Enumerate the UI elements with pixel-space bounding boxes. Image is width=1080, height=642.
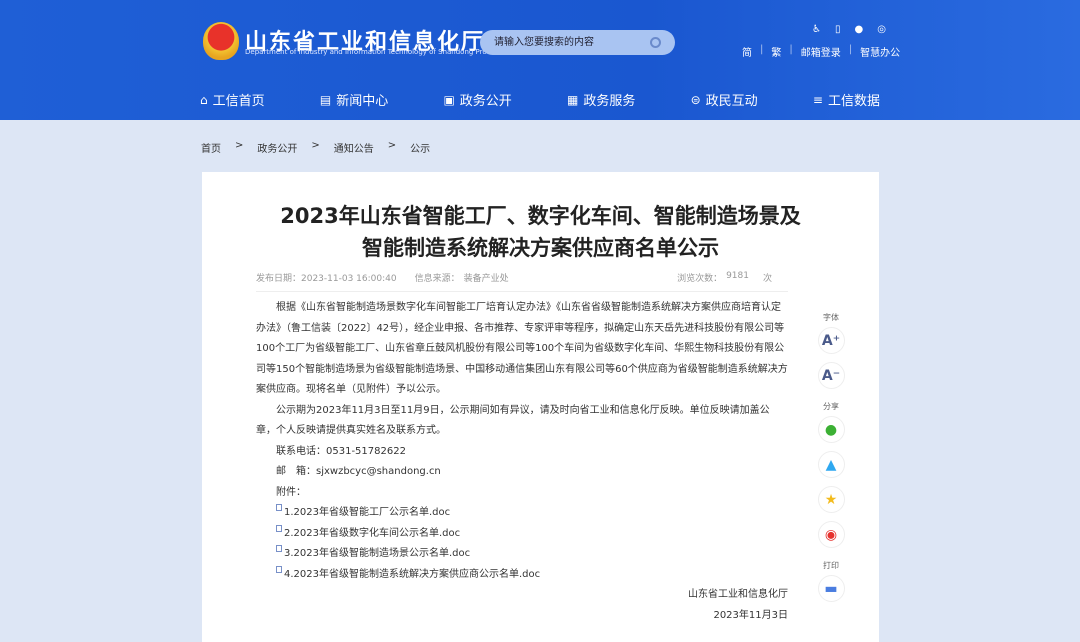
attachment-link[interactable]: 3.2023年省级智能制造场景公示名单.doc [256,544,788,565]
article-meta: 发布日期：2023-11-03 16:00:40 信息来源： 装备产业处 浏览次… [256,271,776,284]
divider: | [760,44,764,55]
nav-label: 政务服务 [583,94,636,109]
divider [256,291,788,292]
nav-interaction[interactable]: ⊜ 政民互动 [690,90,758,110]
national-emblem-logo [203,22,239,60]
breadcrumb: 首页 > 政务公开 > 通知公告 > 公示 [201,140,430,155]
weibo-icon[interactable]: ◎ [877,24,886,35]
share-label: 分享 [823,402,839,411]
breadcrumb-home[interactable]: 首页 [201,140,221,155]
print-button[interactable]: ▬ [817,575,845,602]
doc-icon [276,545,282,552]
article-body: 根据《山东省智能制造场景数字化车间智能工厂培育认定办法》《山东省省级智能制造系统… [256,298,788,626]
source-label: 信息来源： [414,274,460,284]
font-size-label: 字体 [823,313,839,322]
wechat-icon[interactable]: ● [854,24,863,35]
font-increase-button[interactable]: A⁺ [817,327,845,354]
nav-label: 政务公开 [459,94,512,109]
printer-icon: ▬ [824,580,838,597]
breadcrumb-sep: > [235,140,244,151]
wechat-icon: ● [824,421,838,438]
paragraph: 根据《山东省智能制造场景数字化车间智能工厂培育认定办法》《山东省省级智能制造系统… [256,302,788,395]
nav-news[interactable]: ▤ 新闻中心 [319,90,389,110]
divider: | [789,44,793,55]
title-line: 智能制造系统解决方案供应商名单公示 [362,236,719,260]
mobile-icon[interactable]: ▯ [835,24,841,35]
service-icon: ▦ [567,92,579,107]
doc-icon [276,524,282,532]
simplified-link[interactable]: 简 [742,44,752,59]
breadcrumb-sep: > [311,140,320,151]
share-qzone-button[interactable]: ★ [817,486,845,513]
weibo-icon: ◉ [824,526,838,543]
mail-login-link[interactable]: 邮箱登录 [801,44,841,59]
breadcrumb-notices[interactable]: 通知公告 [334,140,374,155]
breadcrumb-gov-affairs[interactable]: 政务公开 [257,140,297,155]
attachment-link[interactable]: 1.2023年省级智能工厂公示名单.doc [256,503,788,524]
share-qq-button[interactable]: ▲ [817,451,845,478]
print-label: 打印 [823,561,839,570]
side-toolbar: 字体 A⁺ A⁻ 分享 ● ▲ ★ ◉ 打印 ▬ [816,312,846,606]
search-box [480,30,675,55]
qzone-star-icon: ★ [824,491,838,508]
main-nav: ⌂ 工信首页 ▤ 新闻中心 ▣ 政务公开 ▦ 政务服务 ⊜ 政民互动 ≡ 工信数据 [200,90,880,110]
font-decrease-button[interactable]: A⁻ [817,362,845,389]
views-unit: 次 [762,274,772,284]
title-line: 2023年山东省智能工厂、数字化车间、智能制造场景及 [280,204,801,228]
chat-icon: ⊜ [690,92,701,107]
divider: | [848,44,853,55]
contact-phone: 联系电话：0531-51782622 [276,445,406,457]
attachment-name[interactable]: 4.2023年省级智能制造系统解决方案供应商公示名单.doc [284,565,540,586]
smart-office-link[interactable]: 智慧办公 [860,44,900,59]
breadcrumb-current: 公示 [410,144,431,155]
attachment-link[interactable]: 2.2023年省级数字化车间公示名单.doc [256,524,788,545]
publish-date: 发布日期：2023-11-03 16:00:40 [256,274,397,284]
nav-gov-service[interactable]: ▦ 政务服务 [567,90,636,110]
attachment-name[interactable]: 2.2023年省级数字化车间公示名单.doc [284,524,460,545]
accessibility-icon[interactable]: ♿ [812,24,821,35]
nav-label: 新闻中心 [336,94,389,109]
nav-home[interactable]: ⌂ 工信首页 [200,90,265,110]
views-label: 浏览次数： [677,274,723,284]
article-title: 2023年山东省智能工厂、数字化车间、智能制造场景及 智能制造系统解决方案供应商… [202,200,879,264]
share-wechat-button[interactable]: ● [817,416,845,443]
database-icon: ≡ [812,92,823,107]
signer: 山东省工业和信息化厅 [688,589,788,600]
accessibility-icons: ♿ ▯ ● ◎ [812,24,886,35]
attachment-name[interactable]: 3.2023年省级智能制造场景公示名单.doc [284,544,470,565]
site-subtitle: Department of Industry and Information T… [245,48,506,56]
views-count: 9181 [726,271,749,281]
nav-label: 政民互动 [705,94,758,109]
attachments-label: 附件： [276,486,306,498]
attachment-name[interactable]: 1.2023年省级智能工厂公示名单.doc [284,503,450,524]
paragraph: 公示期为2023年11月3日至11月9日，公示期间如有异议，请及时向省工业和信息… [256,404,770,437]
breadcrumb-sep: > [387,140,397,151]
qq-icon: ▲ [825,456,837,473]
nav-data[interactable]: ≡ 工信数据 [812,90,880,110]
site-header: 山东省工业和信息化厅 Department of Industry and In… [0,0,1080,120]
doc-icon [276,504,282,511]
doc-icon [276,565,282,573]
search-icon[interactable] [650,37,661,48]
monitor-icon: ▣ [443,92,455,107]
contact-email: 邮 箱：sjxwzbcyc@shandong.cn [276,466,441,477]
nav-label: 工信首页 [212,94,265,109]
sign-date: 2023年11月3日 [713,609,788,621]
nav-gov-affairs[interactable]: ▣ 政务公开 [443,90,512,110]
source: 装备产业处 [463,274,509,284]
share-weibo-button[interactable]: ◉ [817,521,845,548]
nav-label: 工信数据 [827,94,880,109]
search-input[interactable] [480,30,640,55]
news-icon: ▤ [319,92,332,107]
traditional-link[interactable]: 繁 [771,44,781,59]
home-icon: ⌂ [200,92,208,107]
attachment-link[interactable]: 4.2023年省级智能制造系统解决方案供应商公示名单.doc [256,565,788,586]
